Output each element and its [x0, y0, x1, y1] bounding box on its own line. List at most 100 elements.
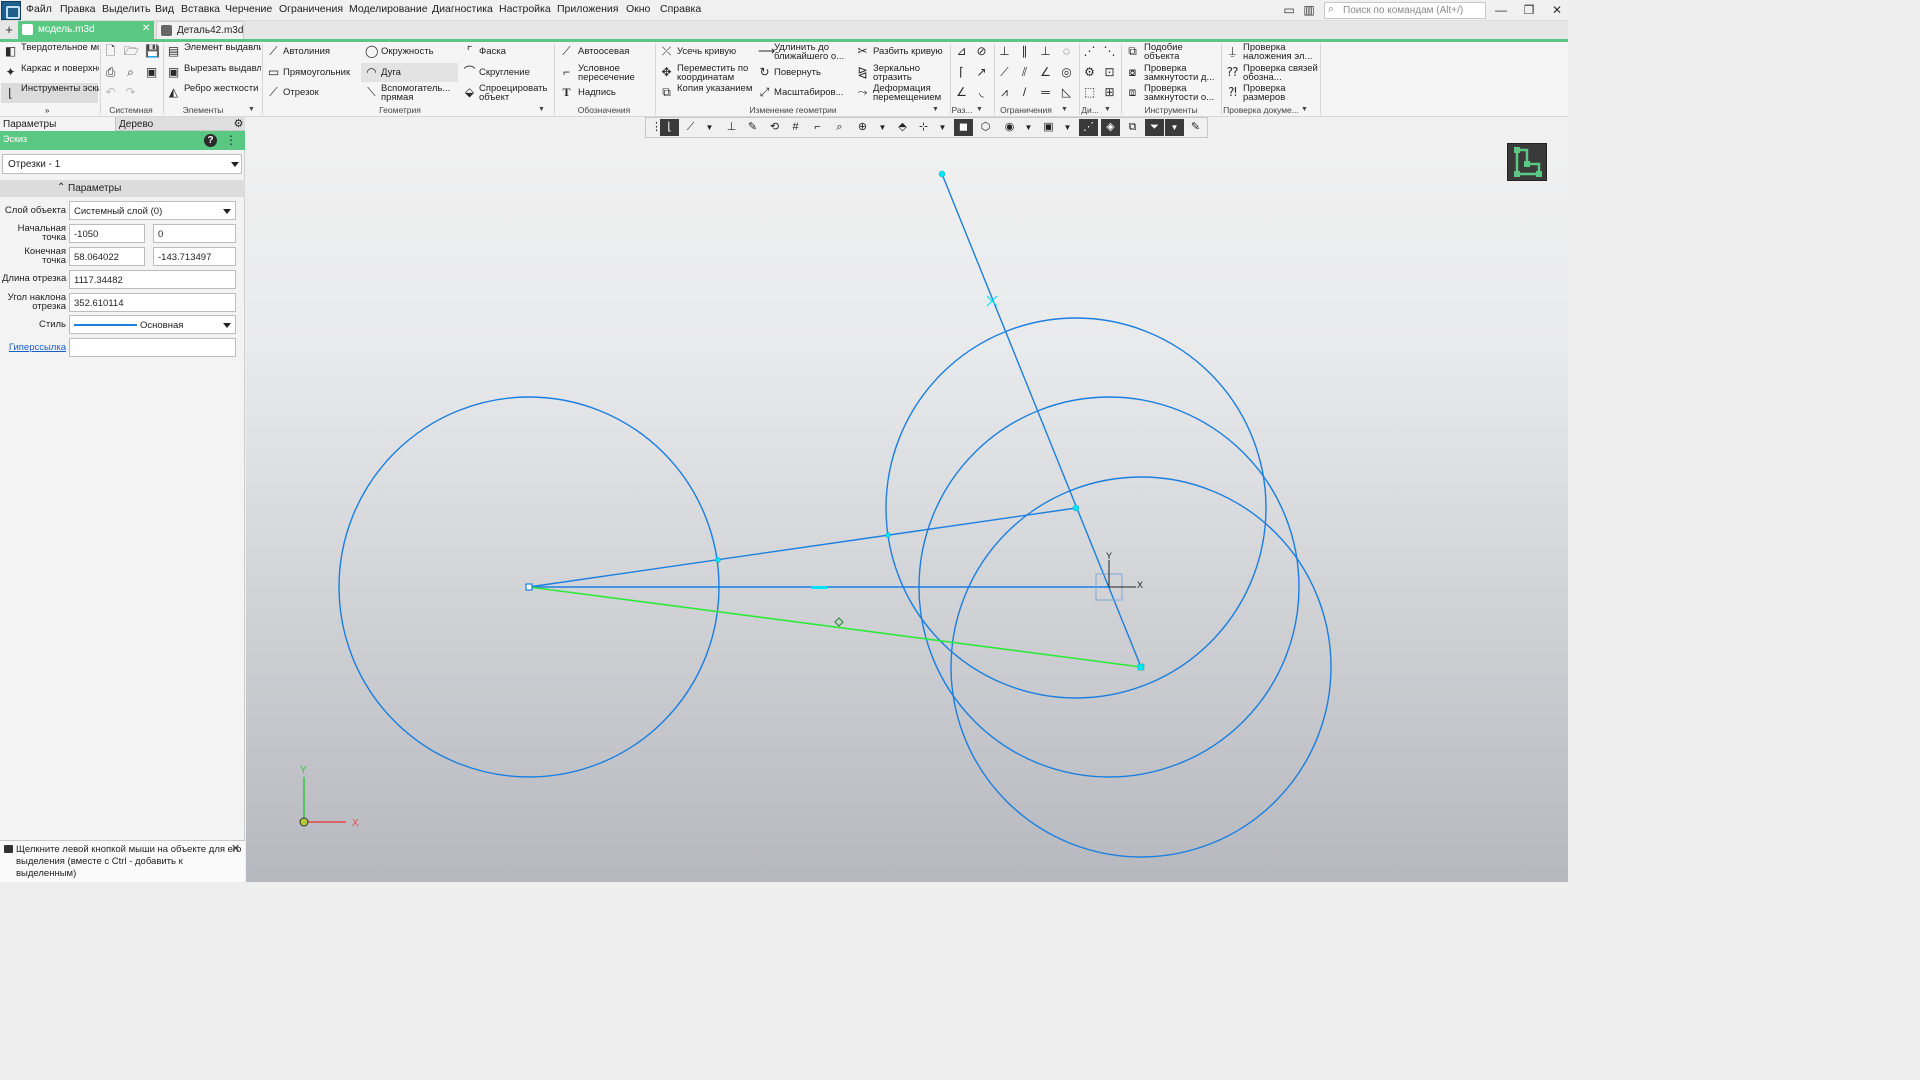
menu-drawing[interactable]: Черчение — [225, 3, 272, 15]
group-expand-icon[interactable]: ▼ — [1061, 106, 1068, 113]
sketch-drawing[interactable]: X Y Y X — [246, 117, 1568, 882]
label-button[interactable]: Надпись — [578, 88, 654, 97]
similar-object-button[interactable]: Подобие объекта — [1144, 43, 1220, 61]
linear-dim-icon[interactable]: ⌈ — [955, 66, 968, 79]
menu-view[interactable]: Вид — [155, 3, 174, 15]
parallel-icon[interactable]: ∥ — [1018, 45, 1031, 58]
menu-applications[interactable]: Приложения — [557, 3, 618, 15]
menu-constraints[interactable]: Ограничения — [279, 3, 343, 15]
closure-check-button[interactable]: Проверка замкнутости д... — [1144, 64, 1220, 82]
radial-dim-icon[interactable]: ↗ — [975, 66, 988, 79]
diag-3-icon[interactable]: ⚙ — [1083, 66, 1096, 79]
chevron-down-icon[interactable]: ▼ — [1165, 119, 1184, 136]
group-label-geometry[interactable]: Геометрия — [262, 105, 538, 116]
object-snap-icon[interactable]: ◈ — [1101, 119, 1120, 136]
dimension-icon[interactable]: ⊿ — [955, 45, 968, 58]
concentric-icon[interactable]: ◎ — [1060, 66, 1073, 79]
mirror-button[interactable]: Зеркально отразить — [873, 64, 948, 82]
rectangle-button[interactable]: Прямоугольник — [283, 68, 361, 77]
end-y-field[interactable]: -143.713497 — [153, 247, 236, 266]
sketch-segment-diagonal[interactable] — [941, 173, 1142, 668]
sketch-icon[interactable]: ⌊ — [660, 119, 679, 136]
menu-window[interactable]: Окно — [626, 3, 650, 15]
tab-detail[interactable]: Деталь42.m3d — [156, 21, 244, 39]
tab-close-icon[interactable]: ✕ — [142, 23, 150, 34]
save-icon[interactable]: 💾 — [145, 45, 160, 58]
layer-dropdown[interactable]: Системный слой (0) — [69, 201, 236, 220]
angle-field[interactable]: 352.610114 — [69, 293, 236, 312]
start-y-field[interactable]: 0 — [153, 224, 236, 243]
rotate-view-icon[interactable]: ⟲ — [765, 119, 784, 136]
group-label-tools[interactable]: Инструменты — [1121, 105, 1221, 116]
copy-button[interactable]: Копия указанием — [677, 84, 755, 102]
angle-icon[interactable]: ∠ — [1039, 66, 1052, 79]
panel-layout-icon[interactable]: ▭ — [1278, 2, 1300, 19]
save-all-icon[interactable]: ▣ — [145, 66, 158, 79]
diag-5-icon[interactable]: ⬚ — [1083, 86, 1096, 99]
diag-6-icon[interactable]: ⊞ — [1103, 86, 1116, 99]
segment-button[interactable]: Отрезок — [283, 88, 361, 97]
mode-wireframe[interactable]: Каркас и поверхности — [21, 64, 99, 73]
menu-file[interactable]: Файл — [26, 3, 52, 15]
tab-tree[interactable]: Дерево — [115, 117, 231, 131]
end-x-field[interactable]: 58.064022 — [69, 247, 145, 266]
menu-settings[interactable]: Настройка — [499, 3, 551, 15]
group-label-system[interactable]: Системная — [100, 105, 162, 116]
step-icon[interactable]: ⌐ — [808, 119, 827, 136]
chevron-down-icon[interactable]: ▼ — [933, 119, 952, 136]
split-curve-button[interactable]: Разбить кривую — [873, 47, 948, 56]
object-select-dropdown[interactable]: Отрезки - 1 — [2, 154, 242, 174]
move-coords-button[interactable]: Переместить по координатам — [677, 64, 755, 82]
group-label-elements[interactable]: Элементы — [163, 105, 243, 116]
menu-modeling[interactable]: Моделирование — [349, 3, 428, 15]
perpendicular-icon[interactable]: ⊥ — [1039, 45, 1052, 58]
mode-solid-modeling[interactable]: Твердотельное моделирование — [21, 43, 99, 52]
style-dropdown[interactable]: Основная — [69, 315, 236, 334]
tab-model[interactable]: модель.m3d ✕ — [18, 21, 154, 39]
diag-1-icon[interactable]: ⋰ — [1083, 45, 1096, 58]
end-point-handle[interactable] — [1137, 663, 1145, 671]
rib-button[interactable]: Ребро жесткости — [184, 84, 261, 93]
group-label-constraints[interactable]: Ограничения — [994, 105, 1058, 116]
project-button[interactable]: Спроецировать объект — [479, 84, 553, 102]
close-hint-icon[interactable]: ✕ — [231, 842, 240, 855]
selected-segment[interactable] — [528, 586, 1142, 668]
menu-edit[interactable]: Правка — [60, 3, 95, 15]
start-point-handle[interactable] — [525, 583, 533, 591]
hide-icon[interactable]: ◉ — [1000, 119, 1019, 136]
group-label-designations[interactable]: Обозначения — [554, 105, 654, 116]
collinear-icon[interactable]: ⫽ — [1018, 66, 1031, 79]
scale-button[interactable]: Масштабиров... — [774, 88, 850, 97]
group-expand-icon[interactable]: ▼ — [1104, 106, 1111, 113]
filter-icon[interactable]: ⏷ — [1145, 119, 1164, 136]
extrude-button[interactable]: Элемент выдавливания — [184, 43, 261, 52]
zoom-window-icon[interactable]: ⊕ — [853, 119, 872, 136]
eyedropper-icon[interactable]: ✎ — [1186, 119, 1205, 136]
fix-icon[interactable]: ⊥ — [998, 45, 1011, 58]
layers-icon[interactable]: ⧉ — [1123, 119, 1142, 136]
diag-2-icon[interactable]: ⋱ — [1103, 45, 1116, 58]
minimize-icon[interactable]: — — [1490, 2, 1512, 19]
trim-button[interactable]: Усечь кривую — [677, 47, 755, 56]
app-logo-icon[interactable] — [1, 1, 21, 20]
menu-select[interactable]: Выделить — [102, 3, 150, 15]
hyperlink-field[interactable] — [69, 338, 236, 357]
length-field[interactable]: 1117.34482 — [69, 270, 236, 289]
group-expand-icon[interactable]: ▼ — [932, 106, 939, 113]
autoaxis-button[interactable]: Автоосевая — [578, 47, 654, 56]
dims-check-button[interactable]: Проверка размеров — [1243, 84, 1319, 102]
shaded-icon[interactable]: ◼ — [954, 119, 973, 136]
snap-points-icon[interactable]: ⋰ — [1079, 119, 1098, 136]
zoom-icon[interactable]: ⌕ — [830, 119, 849, 136]
orient-icon[interactable]: ⬘ — [893, 119, 912, 136]
extend-button[interactable]: Удлинить до ближайшего о... — [774, 43, 850, 61]
parameters-section-header[interactable]: ⌃ Параметры — [0, 180, 245, 197]
closure-check-2-button[interactable]: Проверка замкнутости о... — [1144, 84, 1220, 102]
triad-icon[interactable]: ⊹ — [914, 119, 933, 136]
command-search-input[interactable]: Поиск по командам (Alt+/) — [1324, 2, 1486, 19]
diag-4-icon[interactable]: ⊡ — [1103, 66, 1116, 79]
redo-icon[interactable]: ↷ — [124, 86, 137, 99]
vertical-icon[interactable]: / — [1018, 86, 1031, 99]
cond-intersection-button[interactable]: Условное пересечение — [578, 64, 654, 82]
menu-insert[interactable]: Вставка — [181, 3, 220, 15]
